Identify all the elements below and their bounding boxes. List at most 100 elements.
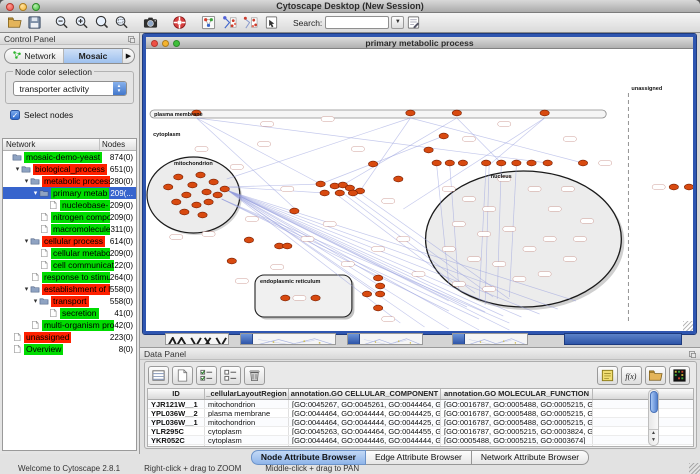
help-icon[interactable] — [170, 14, 189, 31]
tree-row-overview[interactable]: Overview8(0) — [3, 343, 136, 355]
table-row[interactable]: YPL036W__2plasma membrane[GO:0044464, GO… — [148, 409, 693, 418]
minimized-window-3[interactable] — [347, 333, 423, 345]
network-view-window[interactable]: primary metabolic process plasma membran… — [143, 34, 696, 334]
folder-icon — [39, 296, 51, 306]
snapshot-icon[interactable] — [141, 14, 160, 31]
float-panel-icon[interactable] — [127, 35, 136, 44]
minimized-window-5[interactable] — [564, 333, 682, 345]
zoom-out-icon[interactable] — [52, 14, 71, 31]
column-header-annotation-go-molecular-function[interactable]: annotation.GO MOLECULAR_FUNCTION — [441, 389, 593, 399]
minimized-window-1[interactable] — [165, 333, 229, 345]
table-cell: [GO:0005488, GO:0005215, GO:0003674] — [441, 436, 593, 444]
scrollbar-thumb[interactable] — [650, 391, 658, 413]
table-cell: YKR052C — [148, 436, 205, 444]
tree-row-cellular-process[interactable]: ▾cellular process614(0) — [3, 235, 136, 247]
table-mode-icon[interactable] — [148, 366, 169, 385]
tree-row-primary-metab[interactable]: ▾primary metab209(... — [3, 187, 136, 199]
tree-label: primary metab — [51, 188, 109, 199]
table-cell — [593, 400, 653, 408]
table-row[interactable]: YDR039C__1mitochondrion[GO:0044464, GO:0… — [148, 445, 693, 447]
table-scrollbar[interactable]: ▲▼ — [648, 389, 659, 446]
notes-icon[interactable] — [597, 366, 618, 385]
column-header-annotation-go-cellular-component[interactable]: annotation.GO CELLULAR_COMPONENT — [289, 389, 441, 399]
expand-triangle-icon[interactable]: ▾ — [23, 285, 30, 293]
tree-row-multi-organism-pro[interactable]: multi-organism pro42(0) — [3, 319, 136, 331]
save-icon[interactable] — [25, 14, 44, 31]
network-window-title: primary metabolic process — [146, 37, 693, 49]
window-title: Cytoscape Desktop (New Session) — [0, 0, 700, 13]
table-cell — [593, 445, 653, 447]
tree-row-transport[interactable]: ▾transport558(0) — [3, 295, 136, 307]
float-panel-icon[interactable] — [688, 350, 697, 359]
vizmapper-icon[interactable] — [199, 14, 218, 31]
node-count: 22(0) — [114, 261, 136, 270]
column-header--cellularlayoutregion[interactable]: _cellularLayoutRegion — [205, 389, 289, 399]
browser-tabs: Node Attribute BrowserEdge Attribute Bro… — [140, 450, 700, 464]
expand-triangle-icon[interactable]: ▾ — [14, 165, 21, 173]
tree-header-network[interactable]: Network — [3, 139, 100, 150]
delete-attribute-icon[interactable] — [244, 366, 265, 385]
minimized-window-2[interactable] — [240, 333, 336, 345]
search-advanced-icon[interactable] — [404, 14, 423, 31]
search-input[interactable] — [325, 16, 389, 29]
table-row[interactable]: YKR052Ccytoplasm[GO:0044464, GO:0044446,… — [148, 436, 693, 445]
table-cell: YPL036W__2 — [148, 409, 205, 417]
table-row[interactable]: YLR295Ccytoplasm[GO:0045263, GO:0044464,… — [148, 427, 693, 436]
expand-triangle-icon[interactable]: ▾ — [32, 297, 39, 305]
table-cell: [GO:0044464, GO:0044444, GO:0044425, G..… — [289, 409, 441, 417]
tree-row-cellular-metabo[interactable]: cellular metabo209(0) — [3, 247, 136, 259]
new-attribute-icon[interactable] — [172, 366, 193, 385]
select-attributes-icon[interactable] — [196, 366, 217, 385]
app-resize-grip[interactable] — [689, 463, 700, 474]
tree-row-establishment-of-lo[interactable]: ▾establishment of lo558(0) — [3, 283, 136, 295]
formula-icon[interactable]: f(x) — [621, 366, 642, 385]
expand-triangle-icon[interactable]: ▾ — [32, 189, 39, 197]
table-row[interactable]: YJR121W__1mitochondrion[GO:0045267, GO:0… — [148, 400, 693, 409]
tree-row-biological-process[interactable]: ▾biological_process651(0) — [3, 163, 136, 175]
unselect-attributes-icon[interactable] — [220, 366, 241, 385]
attribute-table[interactable]: ID_cellularLayoutRegionannotation.GO CEL… — [147, 388, 694, 447]
tree-row-secretion[interactable]: secretion41(0) — [3, 307, 136, 319]
file-icon — [48, 200, 60, 210]
column-header-id[interactable]: ID — [148, 389, 205, 399]
tree-header-nodes[interactable]: Nodes — [100, 139, 136, 150]
zoom-fit-icon[interactable] — [92, 14, 111, 31]
edit-network-icon[interactable] — [241, 14, 260, 31]
table-row[interactable]: YPL036W__1mitochondrion[GO:0044464, GO:0… — [148, 418, 693, 427]
annotation-icon[interactable] — [262, 14, 281, 31]
scrollbar-arrows[interactable]: ▲▼ — [649, 429, 658, 445]
expand-triangle-icon[interactable]: ▾ — [23, 237, 30, 245]
tree-row-nitrogen-compo[interactable]: nitrogen compo209(0) — [3, 211, 136, 223]
matrix-icon[interactable] — [669, 366, 690, 385]
node-count: 651(0) — [110, 165, 136, 174]
window-resize-grip[interactable] — [683, 321, 693, 331]
search-dropdown-arrow[interactable]: ▼ — [391, 16, 404, 29]
node-color-dropdown[interactable]: transporter activity ▲▼ — [13, 81, 127, 96]
tab-mosaic[interactable]: Mosaic — [64, 49, 123, 63]
tree-row-metabolic-process[interactable]: ▾metabolic process280(0) — [3, 175, 136, 187]
tree-row-unassigned[interactable]: unassigned223(0) — [3, 331, 136, 343]
tree-row-macromolecule[interactable]: macromolecule311(0) — [3, 223, 136, 235]
tree-row-nucleobase-[interactable]: nucleobase-209(0) — [3, 199, 136, 211]
tree-row-cell-communicat[interactable]: cell communicat22(0) — [3, 259, 136, 271]
open-icon[interactable] — [5, 14, 24, 31]
window-titlebar[interactable]: Cytoscape Desktop (New Session) — [0, 0, 700, 13]
expand-triangle-icon[interactable]: ▾ — [23, 177, 30, 185]
zoom-selected-icon[interactable] — [112, 14, 131, 31]
table-cell: mitochondrion — [205, 400, 289, 408]
folder-icon — [30, 284, 42, 294]
column-header-empty[interactable] — [593, 389, 653, 399]
network-window-titlebar[interactable]: primary metabolic process — [146, 37, 693, 49]
minimized-window-4[interactable] — [452, 333, 528, 345]
zoom-in-icon[interactable] — [72, 14, 91, 31]
svg-text:f(x): f(x) — [625, 371, 636, 380]
network-canvas[interactable]: plasma membranecytoplasmmitochondrionnuc… — [146, 49, 693, 331]
dropdown-stepper-icon: ▲▼ — [113, 81, 126, 96]
layout-icon[interactable] — [220, 14, 239, 31]
tree-row-response-to-stimul[interactable]: response to stimul264(0) — [3, 271, 136, 283]
import-attributes-icon[interactable] — [645, 366, 666, 385]
tree-row-mosaic-demo-yeast[interactable]: mosaic-demo-yeast874(0) — [3, 151, 136, 163]
select-nodes-checkbox[interactable]: ✓ — [10, 110, 20, 120]
tab-scroll-right-icon[interactable]: ▶ — [123, 49, 134, 63]
tab-network[interactable]: Network — [5, 49, 64, 63]
